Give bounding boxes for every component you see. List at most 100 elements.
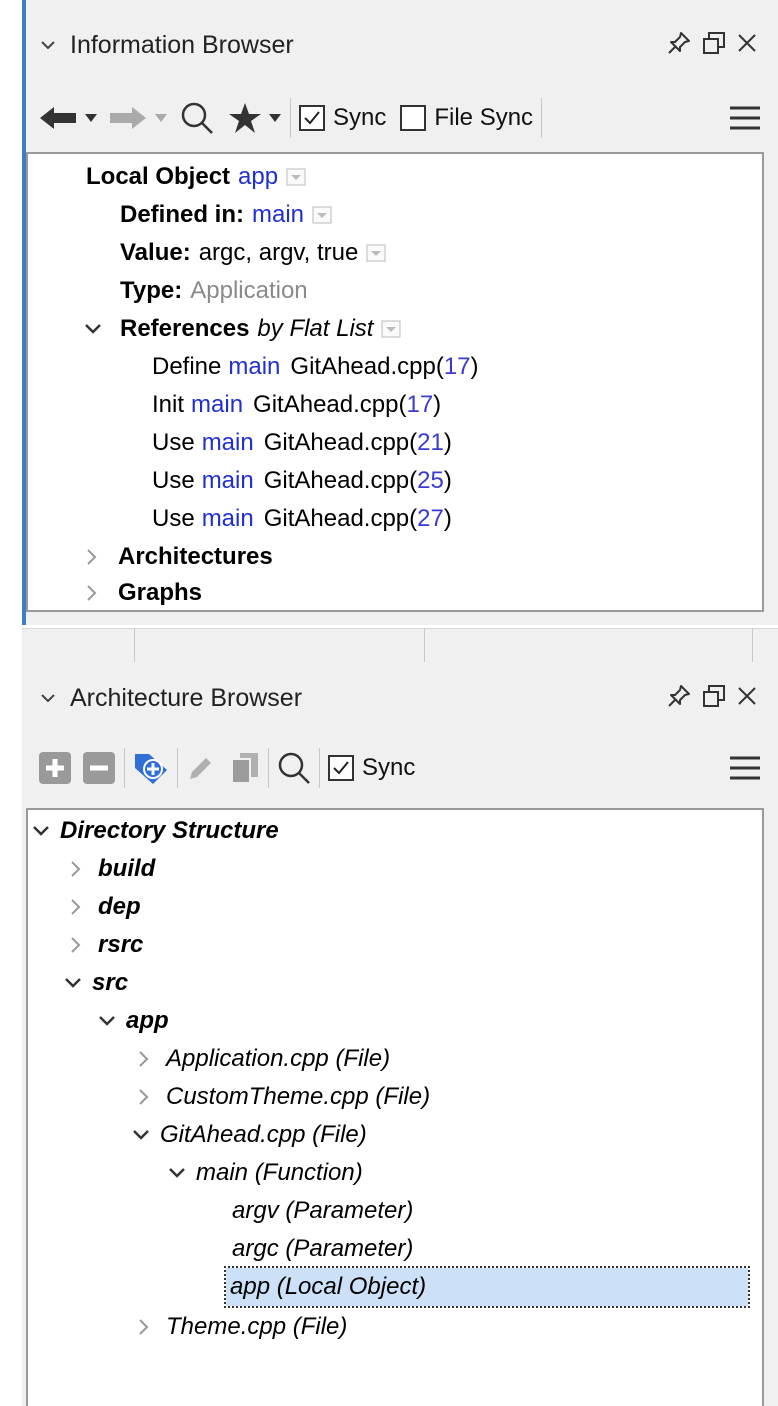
- forward-history-dropdown-icon[interactable]: [154, 113, 168, 123]
- reference-close: ): [470, 353, 479, 380]
- tree-node-build[interactable]: build: [70, 850, 155, 888]
- chevron-down-icon[interactable]: [132, 1129, 160, 1141]
- chevron-right-icon[interactable]: [70, 936, 98, 954]
- back-arrow-icon[interactable]: [38, 103, 78, 133]
- tree-node-argc[interactable]: argc (Parameter): [232, 1230, 413, 1268]
- chevron-right-icon[interactable]: [70, 898, 98, 916]
- splitter-line: [424, 628, 425, 662]
- tree-node-customtheme-cpp[interactable]: CustomTheme.cpp (File): [138, 1078, 430, 1116]
- tree-node-label: rsrc: [98, 931, 144, 958]
- toolbar-separator: [541, 98, 543, 138]
- reference-item[interactable]: Init main GitAhead.cpp(17): [152, 386, 441, 424]
- sync-checkbox[interactable]: Sync: [328, 754, 415, 782]
- chevron-right-icon[interactable]: [138, 1050, 166, 1068]
- panel-title-actions: [666, 683, 758, 709]
- reference-line: 27: [417, 505, 444, 532]
- chevron-right-icon[interactable]: [70, 860, 98, 878]
- chevron-right-icon[interactable]: [86, 548, 114, 566]
- close-icon[interactable]: [736, 685, 758, 707]
- information-browser-panel: Information Browser Sync File Sync Local…: [0, 0, 778, 625]
- chevron-right-icon[interactable]: [138, 1318, 166, 1336]
- panel-top-strip: [22, 628, 778, 662]
- edit-pencil-icon[interactable]: [186, 753, 216, 783]
- type-label: Type:: [120, 277, 183, 304]
- type-row: Type: Application: [120, 272, 308, 310]
- collapse-chevron-icon[interactable]: [40, 39, 70, 51]
- search-icon[interactable]: [277, 751, 311, 785]
- tree-node-label: main (Function): [196, 1159, 363, 1186]
- reference-item[interactable]: Use main GitAhead.cpp(21): [152, 424, 452, 462]
- value-row: Value: argc, argv, true: [120, 234, 386, 272]
- graphs-row[interactable]: Graphs: [86, 574, 202, 612]
- reference-item[interactable]: Use main GitAhead.cpp(27): [152, 500, 452, 538]
- float-window-icon[interactable]: [702, 684, 726, 708]
- copy-icon[interactable]: [230, 751, 260, 785]
- search-icon[interactable]: [180, 101, 214, 135]
- file-sync-label: File Sync: [434, 104, 534, 131]
- collapse-all-icon[interactable]: [82, 751, 116, 785]
- architecture-tree: Directory Structure build dep rsrc src a…: [26, 808, 764, 1406]
- favorites-star-icon[interactable]: [228, 102, 262, 134]
- favorites-dropdown-icon[interactable]: [268, 113, 282, 123]
- chevron-right-icon[interactable]: [138, 1088, 166, 1106]
- add-tag-icon[interactable]: [133, 750, 169, 786]
- tree-node-application-cpp[interactable]: Application.cpp (File): [138, 1040, 390, 1078]
- reference-scope-link[interactable]: main: [202, 426, 254, 460]
- tree-node-app-local-object-selected[interactable]: app (Local Object): [224, 1266, 750, 1308]
- chevron-down-icon[interactable]: [98, 1015, 126, 1027]
- reference-kind: Use: [152, 429, 195, 456]
- reference-close: ): [443, 505, 452, 532]
- pin-icon[interactable]: [666, 683, 692, 709]
- dropdown-arrow-icon[interactable]: [381, 320, 401, 338]
- object-name-link[interactable]: app: [238, 160, 278, 194]
- hamburger-menu-icon[interactable]: [728, 104, 762, 132]
- chevron-down-icon[interactable]: [84, 323, 112, 335]
- tree-node-rsrc[interactable]: rsrc: [70, 926, 143, 964]
- panel-title-actions: [666, 30, 758, 56]
- chevron-down-icon[interactable]: [168, 1167, 196, 1179]
- file-sync-checkbox[interactable]: File Sync: [400, 104, 533, 132]
- tree-node-root[interactable]: Directory Structure: [32, 812, 279, 850]
- forward-arrow-icon[interactable]: [108, 103, 148, 133]
- tree-node-label: argv (Parameter): [232, 1197, 414, 1224]
- chevron-down-icon[interactable]: [64, 977, 92, 989]
- tree-node-app[interactable]: app: [98, 1002, 169, 1040]
- reference-scope-link[interactable]: main: [191, 388, 243, 422]
- dropdown-arrow-icon[interactable]: [312, 206, 332, 224]
- tree-node-argv[interactable]: argv (Parameter): [232, 1192, 413, 1230]
- pin-icon[interactable]: [666, 30, 692, 56]
- reference-scope-link[interactable]: main: [202, 502, 254, 536]
- reference-file: GitAhead.cpp(: [290, 353, 444, 380]
- architectures-row[interactable]: Architectures: [86, 538, 273, 576]
- tree-node-dep[interactable]: dep: [70, 888, 141, 926]
- collapse-chevron-icon[interactable]: [40, 692, 70, 704]
- sync-checkbox[interactable]: Sync: [299, 104, 386, 132]
- dropdown-arrow-icon[interactable]: [366, 244, 386, 262]
- chevron-right-icon[interactable]: [86, 584, 114, 602]
- tree-node-label: Directory Structure: [60, 817, 279, 844]
- tree-node-label: app (Local Object): [230, 1273, 427, 1300]
- reference-file: GitAhead.cpp(: [263, 467, 418, 494]
- reference-item[interactable]: Use main GitAhead.cpp(25): [152, 462, 452, 500]
- tree-node-gitahead-cpp[interactable]: GitAhead.cpp (File): [132, 1116, 367, 1154]
- tree-node-label: src: [92, 969, 129, 996]
- tree-node-src[interactable]: src: [64, 964, 128, 1002]
- sync-label: Sync: [362, 754, 416, 781]
- expand-all-icon[interactable]: [38, 751, 72, 785]
- float-window-icon[interactable]: [702, 31, 726, 55]
- tree-node-theme-cpp[interactable]: Theme.cpp (File): [138, 1308, 347, 1346]
- references-row[interactable]: References by Flat List: [84, 310, 401, 348]
- tree-node-main-function[interactable]: main (Function): [168, 1154, 363, 1192]
- hamburger-menu-icon[interactable]: [728, 754, 762, 782]
- close-icon[interactable]: [736, 32, 758, 54]
- chevron-down-icon[interactable]: [32, 825, 60, 837]
- reference-item[interactable]: Define main GitAhead.cpp(17): [152, 348, 479, 386]
- reference-scope-link[interactable]: main: [202, 464, 254, 498]
- dropdown-arrow-icon[interactable]: [286, 168, 306, 186]
- back-history-dropdown-icon[interactable]: [84, 113, 98, 123]
- defined-in-link[interactable]: main: [252, 198, 304, 232]
- graphs-label: Graphs: [118, 579, 203, 606]
- tree-node-label: CustomTheme.cpp (File): [166, 1083, 431, 1110]
- reference-scope-link[interactable]: main: [228, 350, 280, 384]
- tree-node-label: app: [126, 1007, 169, 1034]
